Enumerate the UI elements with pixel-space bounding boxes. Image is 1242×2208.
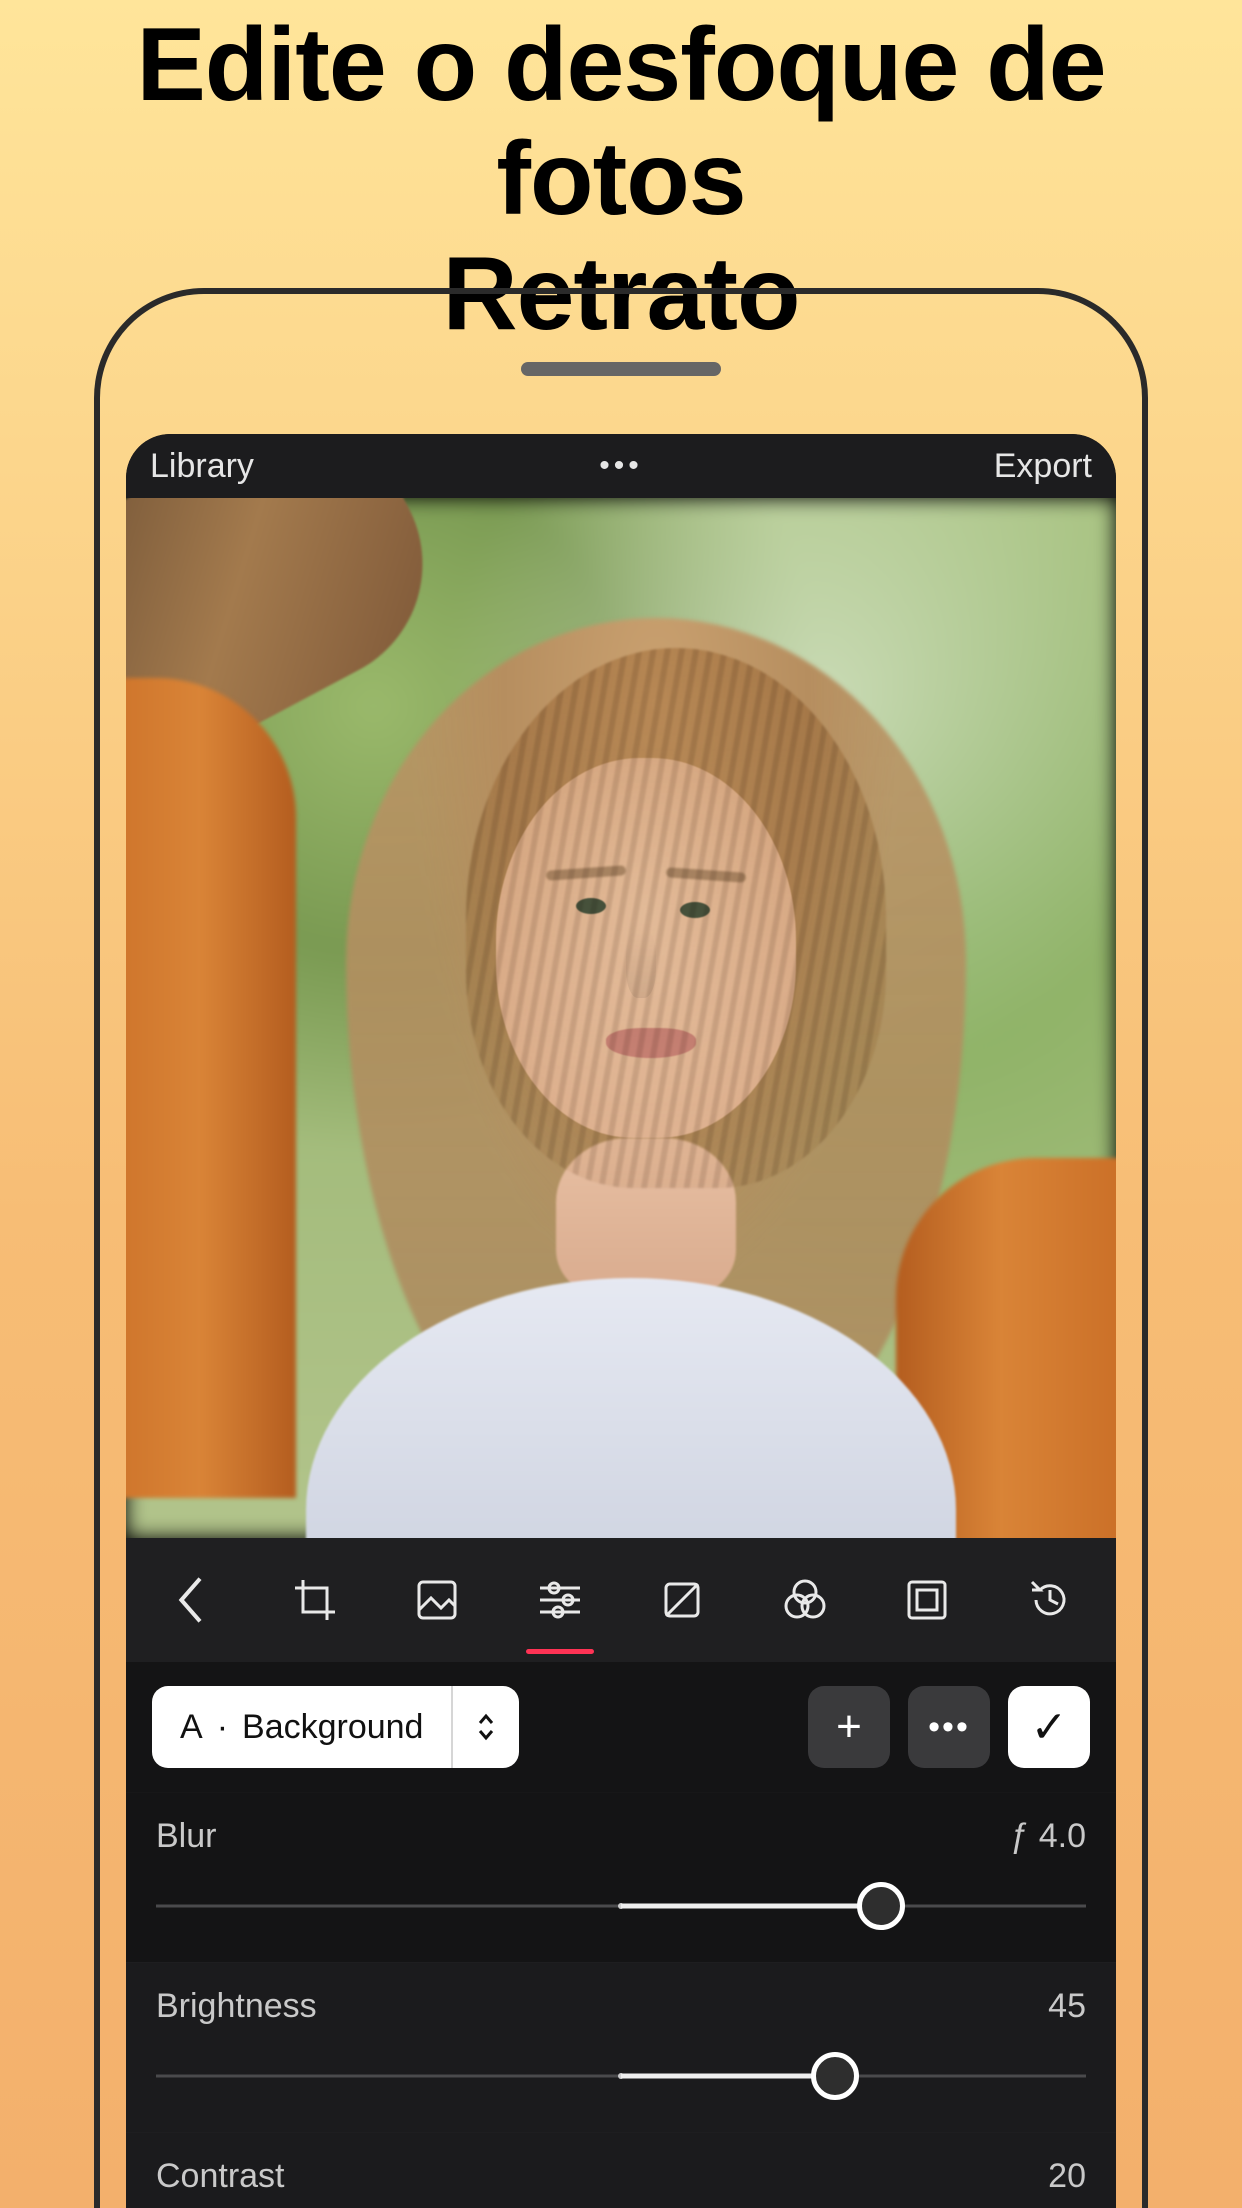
slider-track-brightness[interactable] — [156, 2054, 1086, 2098]
slider-label: Blur — [156, 1817, 216, 1856]
slider-contrast: Contrast 20 — [126, 2132, 1116, 2208]
image-icon — [413, 1576, 461, 1624]
mask-name: Background — [242, 1708, 423, 1747]
mask-row: A · Background + ••• — [126, 1662, 1116, 1792]
top-bar: Library ••• Export — [126, 434, 1116, 498]
slider-value: 20 — [1048, 2157, 1086, 2196]
headline-line-1: Edite o desfoque de fotos — [136, 7, 1105, 237]
crop-tool[interactable] — [267, 1552, 363, 1648]
slider-label: Contrast — [156, 2157, 285, 2196]
slider-label: Brightness — [156, 1987, 317, 2026]
contrast-tool[interactable] — [634, 1552, 730, 1648]
slider-thumb[interactable] — [857, 1882, 905, 1930]
history-tool[interactable] — [1002, 1552, 1098, 1648]
more-button[interactable]: ••• — [599, 449, 643, 483]
slider-fill — [621, 1904, 881, 1909]
image-tool[interactable] — [389, 1552, 485, 1648]
add-mask-button[interactable]: + — [808, 1686, 890, 1768]
app-screen: Library ••• Export — [126, 434, 1116, 2208]
crop-icon — [291, 1576, 339, 1624]
library-button[interactable]: Library — [150, 447, 254, 486]
slider-fill — [621, 2074, 835, 2079]
phone-speaker — [521, 362, 721, 376]
plus-icon: + — [836, 1702, 862, 1752]
slider-brightness: Brightness 45 — [126, 1962, 1116, 2132]
chevron-up-down-icon — [474, 1711, 498, 1743]
mask-selector[interactable]: A · Background — [152, 1686, 519, 1768]
tool-row — [126, 1538, 1116, 1662]
chevron-left-icon — [176, 1576, 208, 1624]
frame-icon — [903, 1576, 951, 1624]
sliders-icon — [536, 1576, 584, 1624]
adjustment-sliders: Blur ƒ 4.0 Brightness 45 — [126, 1792, 1116, 2208]
slider-blur: Blur ƒ 4.0 — [126, 1792, 1116, 1962]
slider-track-blur[interactable] — [156, 1884, 1086, 1928]
slider-thumb[interactable] — [811, 2052, 859, 2100]
color-tool[interactable] — [757, 1552, 853, 1648]
back-button[interactable] — [144, 1552, 240, 1648]
mask-letter: A — [180, 1708, 203, 1747]
color-channels-icon — [781, 1576, 829, 1624]
mask-separator: · — [217, 1708, 228, 1747]
mask-more-button[interactable]: ••• — [908, 1686, 990, 1768]
photo-preview[interactable] — [126, 498, 1116, 1538]
photo-sleeve-left — [126, 678, 296, 1498]
promo-page: Edite o desfoque de fotos Retrato Librar… — [0, 0, 1242, 2208]
slider-value: 45 — [1048, 1987, 1086, 2026]
check-icon: ✓ — [1031, 1702, 1068, 1753]
more-icon: ••• — [928, 1708, 970, 1747]
slider-value: ƒ 4.0 — [1010, 1817, 1086, 1856]
phone-frame: Library ••• Export — [94, 288, 1148, 2208]
mask-switch-button[interactable] — [453, 1711, 519, 1743]
contrast-icon — [658, 1576, 706, 1624]
history-icon — [1026, 1576, 1074, 1624]
adjustments-tool[interactable] — [512, 1552, 608, 1648]
confirm-button[interactable]: ✓ — [1008, 1686, 1090, 1768]
photo-hair-front — [466, 648, 886, 1188]
frame-tool[interactable] — [879, 1552, 975, 1648]
export-button[interactable]: Export — [994, 447, 1092, 486]
